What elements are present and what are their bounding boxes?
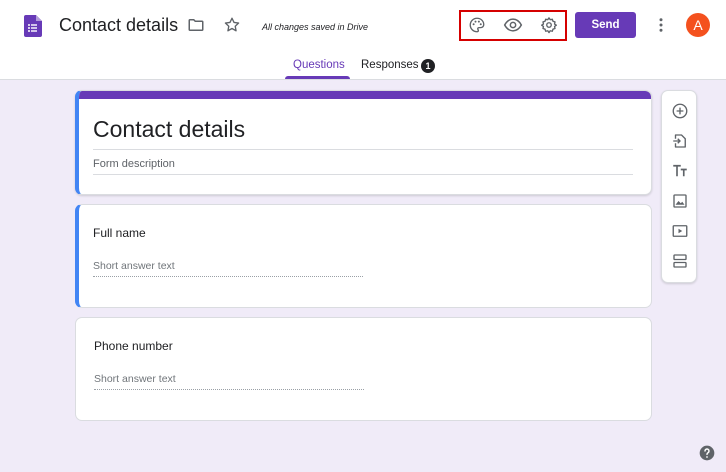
form-description-input[interactable]: Form description: [93, 158, 175, 170]
palette-icon[interactable]: [465, 13, 489, 37]
description-underline: [93, 174, 633, 175]
question-card-phone-number[interactable]: Phone number Short answer text: [75, 317, 652, 421]
short-answer-placeholder: Short answer text: [94, 373, 176, 385]
short-answer-placeholder: Short answer text: [93, 260, 175, 272]
folder-icon[interactable]: [184, 13, 208, 37]
tab-responses[interactable]: Responses: [361, 59, 419, 71]
add-image-icon[interactable]: [670, 191, 690, 211]
form-header-card[interactable]: Contact details Form description: [75, 90, 652, 195]
answer-underline: [93, 276, 363, 277]
help-icon[interactable]: [699, 445, 715, 461]
document-title[interactable]: Contact details: [59, 15, 178, 36]
forms-icon[interactable]: [24, 15, 42, 37]
import-questions-icon[interactable]: [670, 131, 690, 151]
eye-icon[interactable]: [501, 13, 525, 37]
gear-icon[interactable]: [537, 13, 561, 37]
top-bar: Contact details All changes saved in Dri…: [0, 0, 726, 80]
add-question-icon[interactable]: [670, 101, 690, 121]
tab-questions[interactable]: Questions: [293, 59, 345, 71]
answer-underline: [94, 389, 364, 390]
question-card-full-name[interactable]: Full name Short answer text: [75, 204, 652, 308]
star-icon[interactable]: [220, 13, 244, 37]
theme-stripe: [79, 91, 651, 99]
responses-count-badge: 1: [421, 59, 435, 73]
title-underline: [93, 149, 633, 150]
save-status: All changes saved in Drive: [262, 22, 369, 32]
floating-toolbar: [661, 90, 697, 283]
add-video-icon[interactable]: [670, 221, 690, 241]
add-section-icon[interactable]: [670, 251, 690, 271]
active-tab-indicator: [285, 76, 350, 79]
send-button[interactable]: Send: [575, 12, 636, 38]
add-title-icon[interactable]: [670, 161, 690, 181]
question-title[interactable]: Full name: [93, 226, 146, 240]
form-title[interactable]: Contact details: [93, 116, 245, 143]
more-vert-icon[interactable]: [649, 13, 673, 37]
question-title[interactable]: Phone number: [94, 339, 173, 353]
avatar[interactable]: A: [686, 13, 710, 37]
